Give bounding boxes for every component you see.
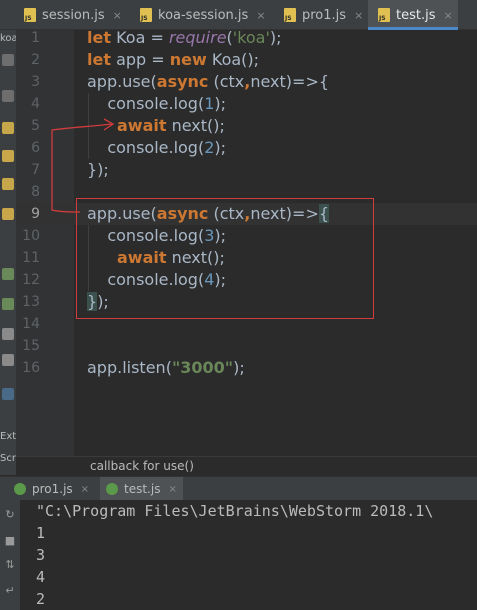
rerun-icon[interactable]: ↻	[3, 508, 17, 522]
console-output-line: 2	[36, 590, 46, 608]
console-output-line: 3	[36, 546, 46, 564]
flow-arrow-annotation	[51, 118, 115, 213]
nodejs-icon	[106, 483, 118, 495]
close-icon[interactable]: ×	[168, 484, 176, 495]
close-icon[interactable]: ×	[81, 484, 89, 495]
nodejs-icon	[14, 483, 26, 495]
run-tab-pro1-js[interactable]: pro1.js ×	[8, 477, 95, 501]
run-tab-bar: pro1.js × test.js ×	[0, 476, 477, 501]
wrap-icon[interactable]: ↵	[3, 584, 17, 598]
console-output-line: 1	[36, 524, 46, 542]
sort-icon[interactable]: ⇅	[3, 558, 17, 572]
breadcrumb-item[interactable]: callback for use()	[90, 459, 194, 473]
console-output-line: 4	[36, 568, 46, 586]
breadcrumb[interactable]: callback for use()	[16, 456, 477, 476]
run-tab-label: pro1.js	[32, 482, 73, 496]
run-tab-label: test.js	[124, 482, 161, 496]
run-tab-test-js[interactable]: test.js ×	[100, 477, 183, 501]
stop-icon[interactable]: ■	[3, 534, 17, 548]
console-command-line: "C:\Program Files\JetBrains\WebStorm 201…	[36, 502, 434, 520]
run-toolbar: ↻ ■ ⇅ ↵	[0, 500, 20, 610]
